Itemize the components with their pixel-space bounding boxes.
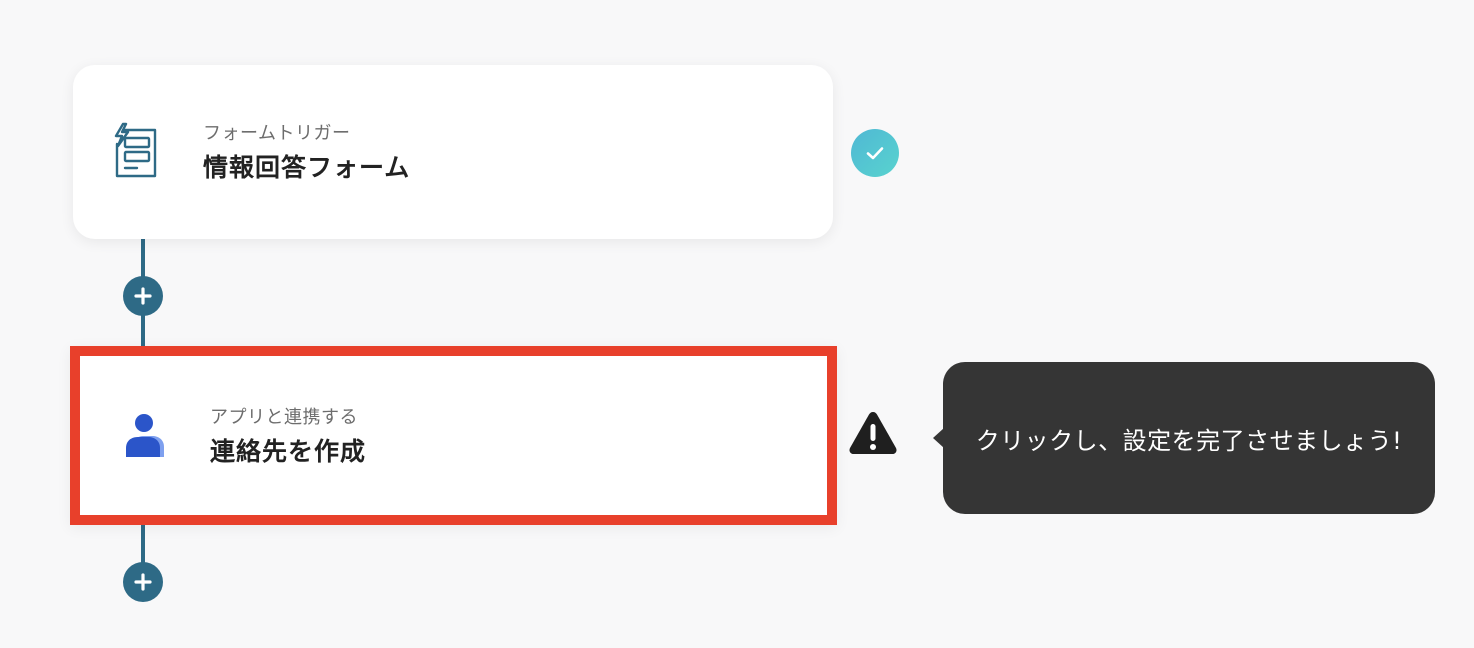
setup-hint-tooltip: クリックし、設定を完了させましょう! <box>933 362 1435 514</box>
contact-person-icon <box>122 411 170 469</box>
trigger-step-title: 情報回答フォーム <box>203 153 411 182</box>
action-step-subtitle: アプリと連携する <box>210 407 358 428</box>
tooltip-text: クリックし、設定を完了させましょう! <box>975 426 1403 455</box>
trigger-step-card[interactable]: フォームトリガー 情報回答フォーム <box>73 65 833 239</box>
warning-icon <box>849 412 897 454</box>
completed-check-icon <box>851 129 899 177</box>
action-step-title: 連絡先を作成 <box>210 437 367 466</box>
add-step-button[interactable] <box>123 562 163 602</box>
plus-icon <box>134 287 152 305</box>
add-step-button[interactable] <box>123 276 163 316</box>
flow-canvas: フォームトリガー 情報回答フォーム アプリと連携する 連絡先を作成 クリックし、… <box>0 0 1474 648</box>
form-trigger-icon <box>111 122 159 180</box>
trigger-step-text: フォームトリガー 情報回答フォーム <box>203 123 410 183</box>
action-step-card[interactable]: アプリと連携する 連絡先を作成 <box>70 346 837 525</box>
plus-icon <box>134 573 152 591</box>
action-step-text: アプリと連携する 連絡先を作成 <box>210 407 366 467</box>
trigger-step-subtitle: フォームトリガー <box>203 123 351 144</box>
